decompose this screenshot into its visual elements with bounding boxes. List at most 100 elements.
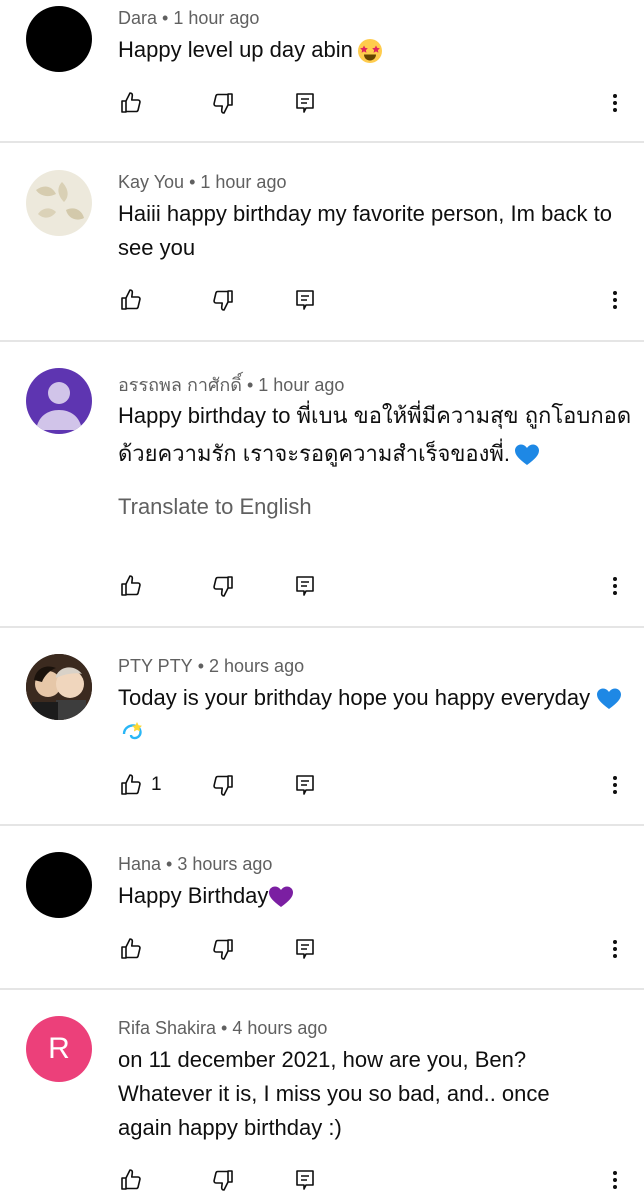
dizzy-emoji-icon	[120, 720, 146, 746]
comment-meta: Rifa Shakira • 4 hours ago	[118, 1018, 328, 1038]
divider	[0, 988, 644, 990]
comment-text: Happy birthday to พี่เบน ขอให้พี่มีความส…	[118, 403, 632, 467]
comment-time[interactable]: 4 hours ago	[232, 1018, 327, 1038]
more-vert-icon	[613, 776, 617, 794]
comment-text: Happy Birthday	[118, 879, 623, 913]
author-name[interactable]: Rifa Shakira	[118, 1018, 216, 1038]
avatar[interactable]: R	[26, 1016, 92, 1082]
more-options-button[interactable]	[600, 1165, 630, 1195]
author-name[interactable]: Kay You	[118, 172, 184, 192]
comment-time[interactable]: 3 hours ago	[177, 854, 272, 874]
leaf-pattern-avatar-icon	[36, 182, 84, 220]
dislike-button[interactable]	[208, 934, 238, 964]
avatar[interactable]	[26, 368, 92, 434]
comment-text: Happy level up day abin	[118, 33, 623, 67]
avatar[interactable]	[26, 852, 92, 918]
divider	[0, 626, 644, 628]
reply-button[interactable]	[290, 770, 320, 800]
default-person-icon	[36, 382, 82, 430]
more-options-button[interactable]	[600, 88, 630, 118]
more-options-button[interactable]	[600, 285, 630, 315]
comment-actions: 1	[0, 770, 644, 804]
divider	[0, 340, 644, 342]
comment-text: Today is your brithday hope you happy ev…	[118, 681, 623, 749]
thumb-up-icon	[121, 289, 141, 310]
author-name[interactable]: Dara	[118, 8, 157, 28]
more-options-button[interactable]	[600, 934, 630, 964]
reply-button[interactable]	[290, 88, 320, 118]
comment-actions	[0, 1165, 644, 1199]
comment-meta: Hana • 3 hours ago	[118, 854, 273, 874]
thumb-down-icon	[213, 939, 233, 960]
reply-icon	[296, 576, 314, 596]
comment-text: on 11 december 2021, how are you, Ben? W…	[118, 1047, 550, 1140]
avatar[interactable]	[26, 654, 92, 720]
comment-time[interactable]: 1 hour ago	[173, 8, 259, 28]
divider	[0, 141, 644, 143]
thumb-down-icon	[213, 1170, 233, 1191]
like-button[interactable]	[116, 770, 146, 800]
like-button[interactable]	[116, 934, 146, 964]
author-name[interactable]: PTY PTY	[118, 656, 193, 676]
reply-button[interactable]	[290, 934, 320, 964]
thumb-down-icon	[213, 775, 233, 796]
reply-button[interactable]	[290, 571, 320, 601]
star-struck-emoji-icon	[357, 38, 383, 64]
thumb-down-icon	[213, 576, 233, 597]
reply-button[interactable]	[290, 1165, 320, 1195]
more-vert-icon	[613, 940, 617, 958]
reply-icon	[296, 775, 314, 795]
reply-icon	[296, 290, 314, 310]
blue-heart-emoji-icon	[596, 687, 622, 711]
author-name[interactable]: อรรถพล กาศักดิ์	[118, 375, 242, 395]
comment-text: Haiii happy birthday my favorite person,…	[118, 201, 613, 260]
photo-avatar-icon	[26, 654, 92, 720]
like-button[interactable]	[116, 88, 146, 118]
more-vert-icon	[613, 577, 617, 595]
reply-icon	[296, 93, 314, 113]
like-button[interactable]	[116, 1165, 146, 1195]
more-vert-icon	[613, 94, 617, 112]
comment-actions	[0, 934, 644, 968]
comment-meta: อรรถพล กาศักดิ์ • 1 hour ago	[118, 375, 345, 395]
blue-heart-emoji-icon	[514, 443, 540, 467]
thumb-down-icon	[213, 93, 233, 114]
comment-actions	[0, 88, 644, 122]
like-button[interactable]	[116, 571, 146, 601]
thumb-down-icon	[213, 290, 233, 311]
dislike-button[interactable]	[208, 571, 238, 601]
purple-heart-emoji-icon	[268, 885, 294, 909]
comment-time[interactable]: 1 hour ago	[200, 172, 286, 192]
comment-meta: PTY PTY • 2 hours ago	[118, 656, 305, 676]
thumb-up-icon	[121, 938, 141, 959]
like-button[interactable]	[116, 285, 146, 315]
avatar[interactable]	[26, 6, 92, 72]
reply-icon	[296, 939, 314, 959]
reply-icon	[296, 1170, 314, 1190]
avatar-letter: R	[48, 1032, 70, 1065]
comment-time[interactable]: 2 hours ago	[209, 656, 304, 676]
author-name[interactable]: Hana	[118, 854, 161, 874]
comment-actions	[0, 285, 644, 319]
divider	[0, 824, 644, 826]
comment-time[interactable]: 1 hour ago	[258, 375, 344, 395]
dislike-button[interactable]	[208, 285, 238, 315]
comment-meta: Kay You • 1 hour ago	[118, 172, 287, 192]
more-vert-icon	[613, 291, 617, 309]
more-options-button[interactable]	[600, 571, 630, 601]
comment-actions	[0, 571, 644, 605]
translate-link[interactable]: Translate to English	[118, 494, 312, 520]
thumb-up-icon	[121, 774, 141, 795]
reply-button[interactable]	[290, 285, 320, 315]
more-vert-icon	[613, 1171, 617, 1189]
thumb-up-icon	[121, 92, 141, 113]
dislike-button[interactable]	[208, 1165, 238, 1195]
avatar[interactable]	[26, 170, 92, 236]
thumb-up-icon	[121, 1169, 141, 1190]
comment-meta: Dara • 1 hour ago	[118, 8, 260, 28]
dislike-button[interactable]	[208, 88, 238, 118]
thumb-up-icon	[121, 575, 141, 596]
dislike-button[interactable]	[208, 770, 238, 800]
more-options-button[interactable]	[600, 770, 630, 800]
like-count: 1	[151, 774, 162, 795]
